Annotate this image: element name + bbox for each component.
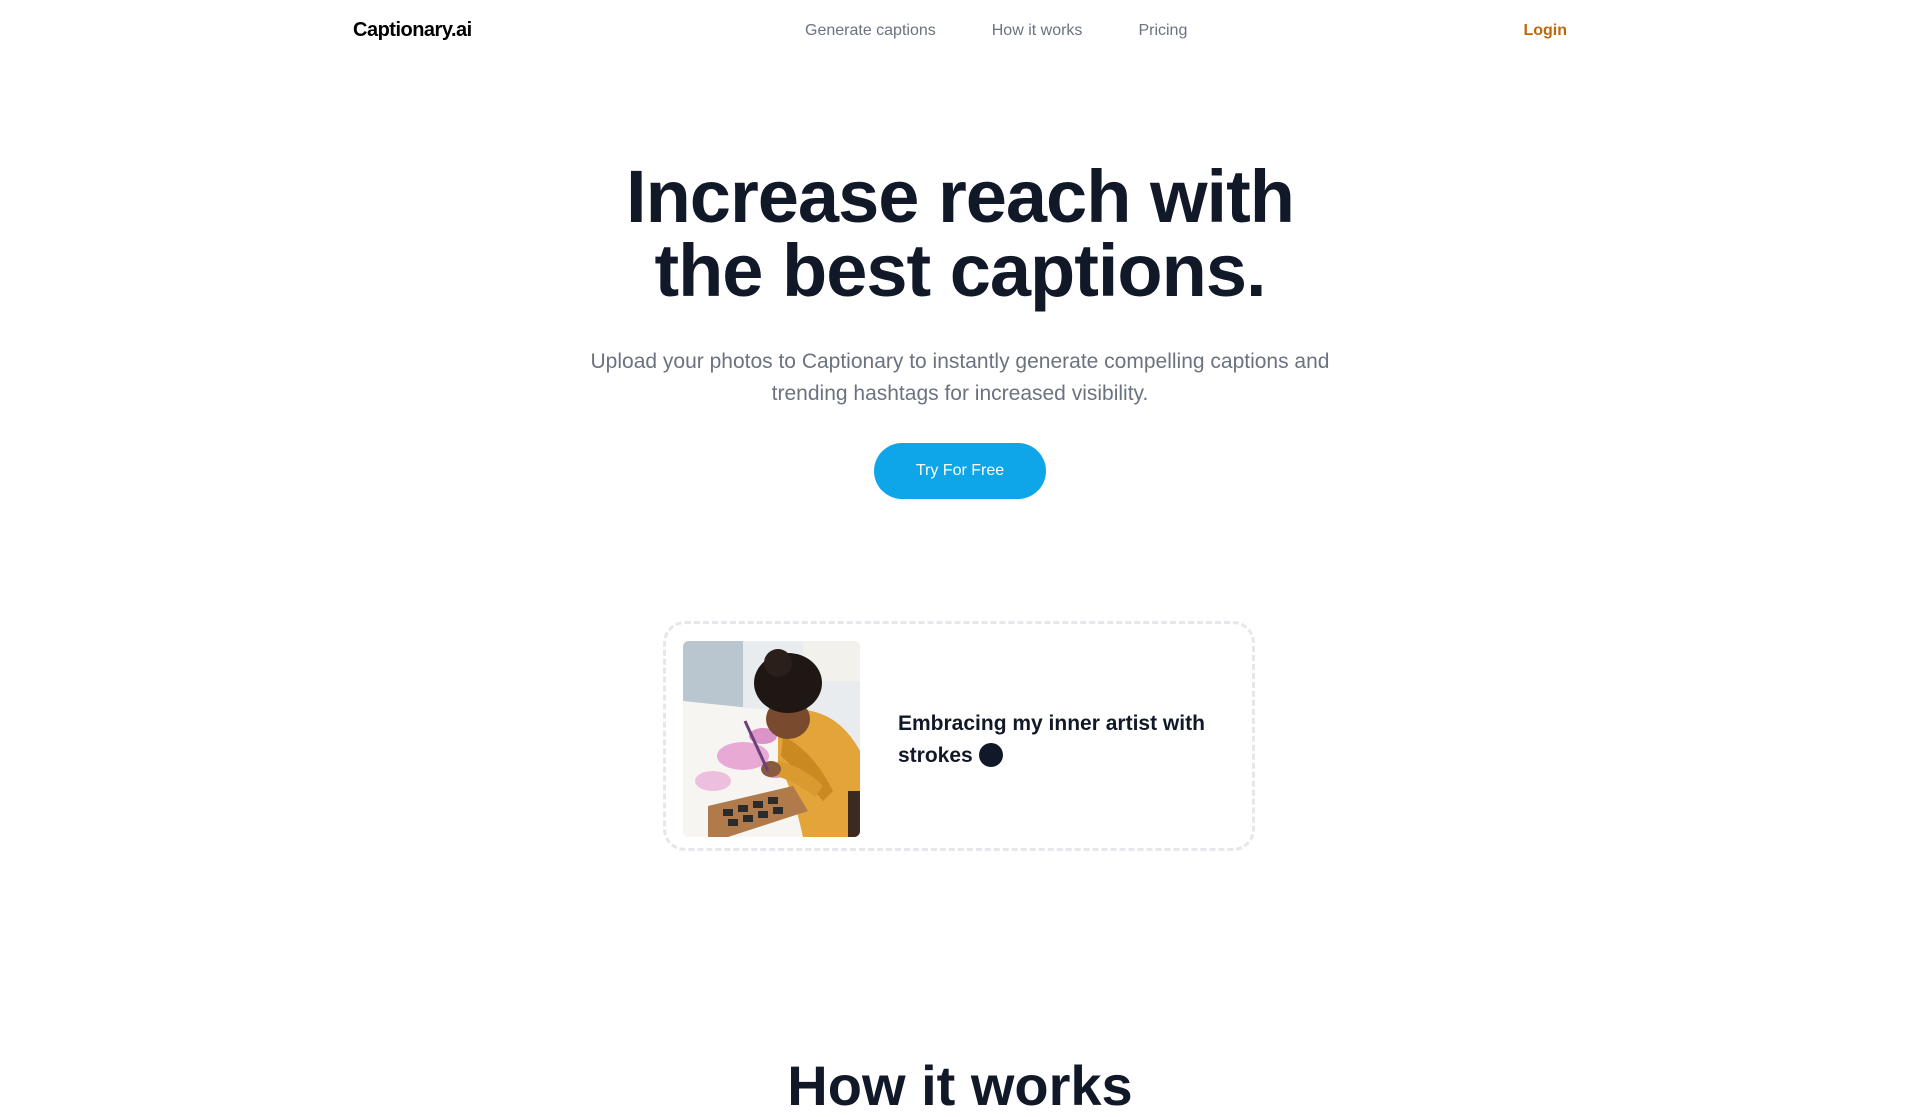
example-caption-text: Embracing my inner artist with strokes <box>898 712 1205 767</box>
hero-title: Increase reach with the best captions. <box>0 160 1920 308</box>
how-it-works-heading: How it works <box>787 1054 1133 1117</box>
logo[interactable]: Captionary.ai <box>353 19 472 42</box>
top-nav: Captionary.ai Generate captions How it w… <box>0 0 1920 64</box>
nav-link-how-it-works[interactable]: How it works <box>992 22 1083 40</box>
nav-links: Generate captions How it works Pricing <box>805 22 1187 40</box>
hero-title-line-2: the best captions. <box>654 229 1266 312</box>
example-photo <box>683 641 860 837</box>
example-caption: Embracing my inner artist with strokes <box>898 708 1228 772</box>
example-caption-card: Embracing my inner artist with strokes <box>663 621 1255 851</box>
hero-title-line-1: Increase reach with <box>626 155 1295 238</box>
try-for-free-button[interactable]: Try For Free <box>874 443 1046 499</box>
nav-link-generate-captions[interactable]: Generate captions <box>805 22 936 40</box>
nav-link-pricing[interactable]: Pricing <box>1138 22 1187 40</box>
hero-subtitle: Upload your photos to Captionary to inst… <box>590 350 1330 405</box>
palette-emoji-icon <box>978 743 1003 767</box>
login-link[interactable]: Login <box>1523 22 1567 40</box>
